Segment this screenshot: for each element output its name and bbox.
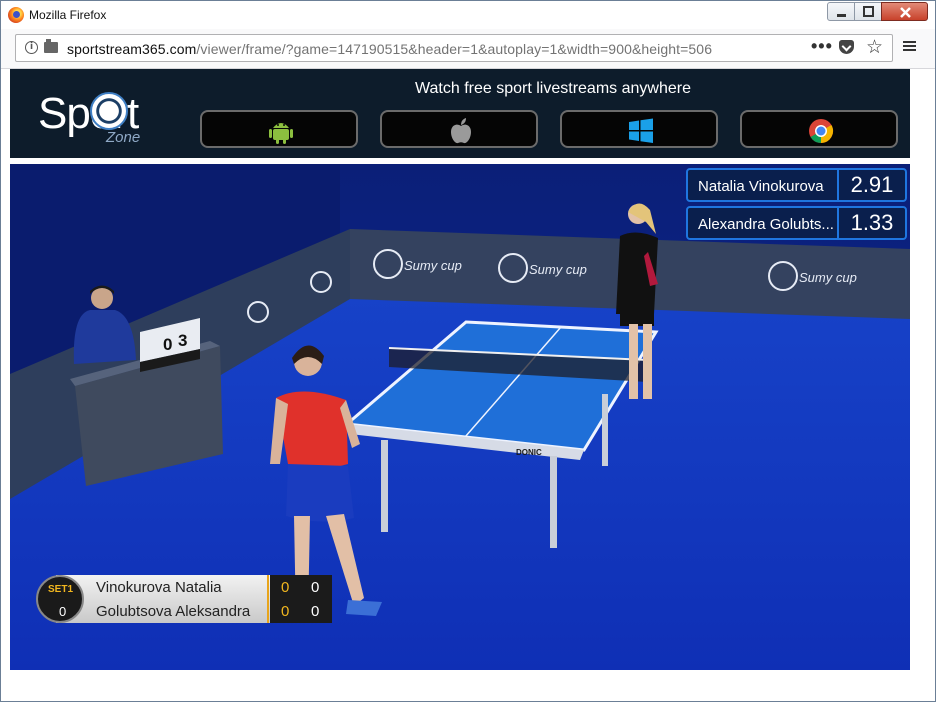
windows-app-button[interactable] — [560, 110, 718, 148]
odds-row-player-2[interactable]: Alexandra Golubts... 1.33 — [686, 206, 907, 240]
site-header: Sport Zone Watch free sport livestreams … — [10, 69, 910, 158]
logo-subtext: Zone — [106, 129, 141, 146]
umpire-score-left: 0 — [163, 335, 172, 354]
url-domain: sportstream365.com — [67, 41, 197, 57]
set-indicator: SET1 0 — [36, 575, 84, 623]
firefox-icon — [8, 7, 24, 23]
odds-value: 1.33 — [837, 208, 905, 238]
table-brand: DONIC — [516, 448, 542, 457]
umpire-score-right: 3 — [178, 331, 187, 350]
page-actions-icon[interactable]: ••• — [811, 36, 833, 57]
scoreboard-divider — [267, 575, 269, 623]
browser-window: Mozilla Firefox i sportstream365.com/vie… — [0, 0, 936, 702]
set-label: SET1 — [48, 584, 74, 595]
odds-value: 2.91 — [837, 170, 905, 200]
url-path: /viewer/frame/?game=147190515&header=1&a… — [196, 41, 713, 57]
chrome-icon — [809, 119, 834, 143]
close-button[interactable] — [881, 2, 928, 21]
apple-icon — [451, 118, 471, 144]
odds-player-name: Natalia Vinokurova — [698, 178, 824, 195]
maximize-button[interactable] — [854, 2, 882, 21]
page-icon — [44, 39, 58, 53]
maximize-icon — [863, 6, 874, 17]
scoreboard-numbers: 0 0 0 0 — [270, 575, 332, 623]
android-icon — [269, 123, 293, 144]
player-2-points: 0 — [311, 603, 320, 620]
match-scoreboard: SET1 0 Vinokurova Natalia Golubtsova Ale… — [36, 575, 332, 623]
banner-text-1: Sumy cup — [404, 258, 462, 273]
scoreboard-player-1: Vinokurova Natalia — [96, 579, 222, 596]
apple-app-button[interactable] — [380, 110, 538, 148]
address-bar[interactable]: i sportstream365.com/viewer/frame/?game=… — [15, 34, 893, 62]
bookmark-star-icon[interactable]: ☆ — [866, 36, 883, 59]
navigation-bar: i sportstream365.com/viewer/frame/?game=… — [1, 29, 935, 69]
video-player[interactable]: Sumy cup Sumy cup Sumy cup 0 3 DONIC Nat… — [10, 164, 910, 670]
player-2-games: 0 — [281, 603, 290, 620]
header-tagline: Watch free sport livestreams anywhere — [415, 80, 691, 97]
title-bar: Mozilla Firefox — [1, 1, 935, 29]
banner-text-3: Sumy cup — [799, 270, 857, 285]
close-icon — [900, 7, 911, 18]
chrome-app-button[interactable] — [740, 110, 898, 148]
player-1-points: 0 — [311, 579, 320, 596]
minimize-button[interactable] — [827, 2, 855, 21]
hamburger-menu-icon[interactable] — [903, 41, 916, 43]
windows-icon — [629, 118, 653, 143]
window-title: Mozilla Firefox — [29, 8, 107, 22]
soccer-ball-icon — [90, 92, 128, 130]
minimize-icon — [837, 14, 846, 17]
odds-player-name: Alexandra Golubts... — [698, 216, 834, 233]
page-content: Sport Zone Watch free sport livestreams … — [2, 69, 934, 701]
site-info-icon[interactable]: i — [25, 41, 38, 54]
player-1-games: 0 — [281, 579, 290, 596]
sport-zone-logo[interactable]: Sport Zone — [38, 87, 168, 147]
url-text[interactable]: sportstream365.com/viewer/frame/?game=14… — [67, 41, 712, 57]
sets-score: 0 — [59, 604, 67, 619]
scoreboard-player-2: Golubtsova Aleksandra — [96, 603, 251, 620]
banner-text-2: Sumy cup — [529, 262, 587, 277]
odds-row-player-1[interactable]: Natalia Vinokurova 2.91 — [686, 168, 907, 202]
android-app-button[interactable] — [200, 110, 358, 148]
pocket-icon[interactable] — [839, 40, 854, 54]
